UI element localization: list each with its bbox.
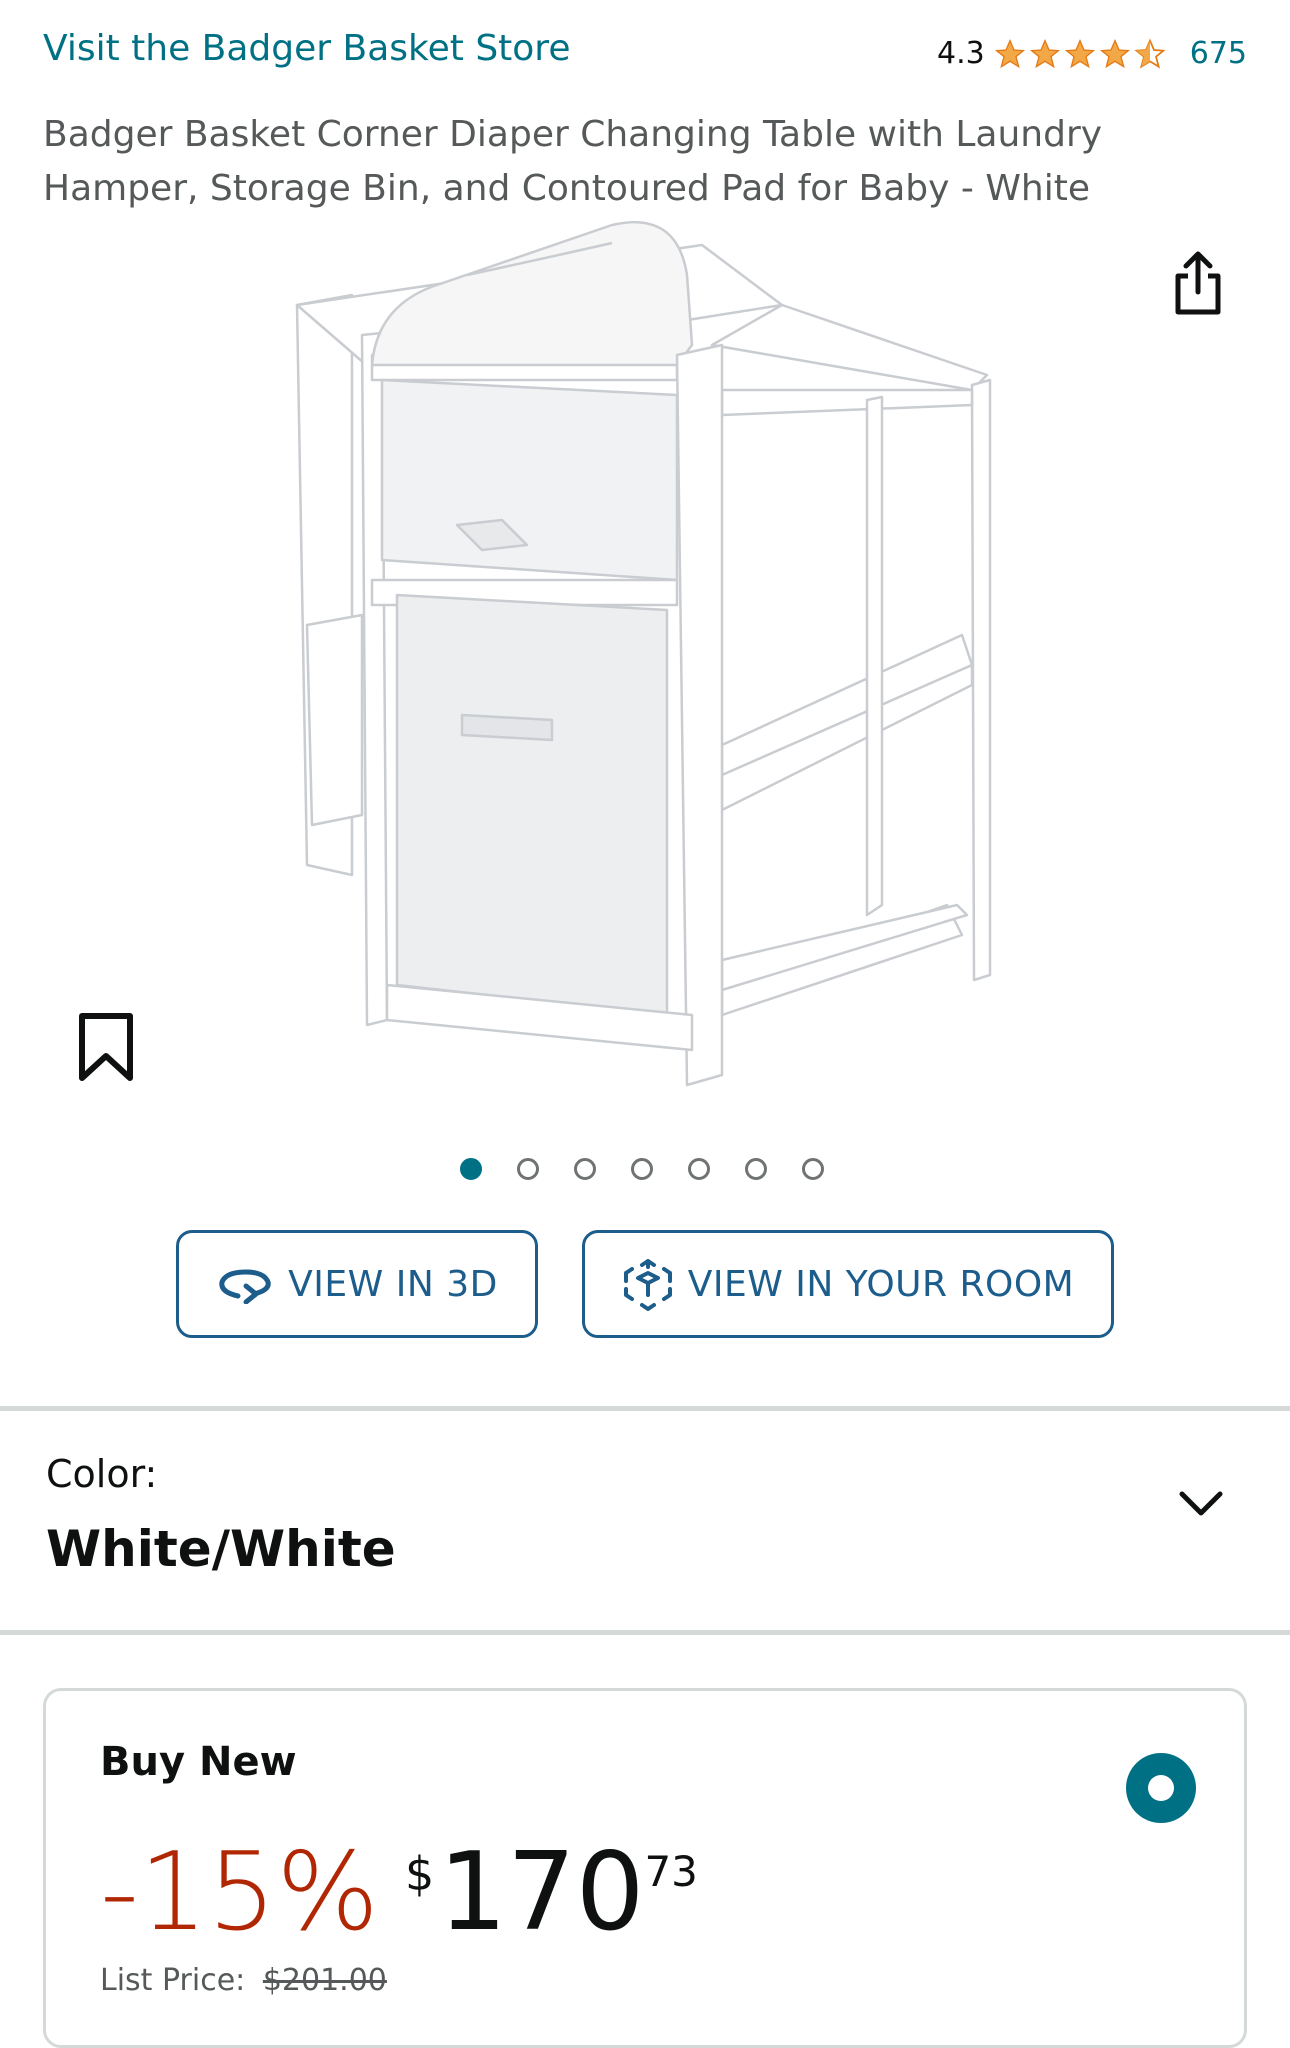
pagination-dot[interactable] xyxy=(802,1158,824,1180)
discount-percent: -15% xyxy=(100,1830,380,1955)
price-fraction: 73 xyxy=(644,1847,698,1896)
view-in-3d-button[interactable]: VIEW IN 3D xyxy=(176,1230,538,1338)
pagination-dot[interactable] xyxy=(574,1158,596,1180)
chevron-down-icon[interactable] xyxy=(1176,1484,1226,1524)
rating-summary[interactable]: 4.3 675 xyxy=(937,36,1247,71)
rating-count[interactable]: 675 xyxy=(1190,36,1247,71)
price: -15% $ 170 73 xyxy=(100,1839,698,1947)
buy-new-title: Buy New xyxy=(100,1739,297,1785)
price-currency: $ xyxy=(405,1847,435,1901)
view-in-your-room-button[interactable]: VIEW IN YOUR ROOM xyxy=(582,1230,1114,1338)
image-pagination[interactable] xyxy=(460,1158,859,1180)
list-price-label: List Price: xyxy=(100,1963,246,1998)
list-price-value: $201.00 xyxy=(262,1963,387,1998)
star-icon xyxy=(994,38,1025,68)
view-in-your-room-label: VIEW IN YOUR ROOM xyxy=(687,1263,1075,1305)
view-in-3d-label: VIEW IN 3D xyxy=(288,1263,498,1305)
share-icon[interactable] xyxy=(1168,248,1228,318)
pagination-dot[interactable] xyxy=(745,1158,767,1180)
buy-new-radio[interactable] xyxy=(1126,1753,1196,1823)
pagination-dot[interactable] xyxy=(460,1158,482,1180)
pagination-dot[interactable] xyxy=(688,1158,710,1180)
buy-new-option[interactable]: Buy New -15% $ 170 73 List Price: $201.0… xyxy=(43,1688,1247,2048)
pagination-dot[interactable] xyxy=(517,1158,539,1180)
color-value: White/White xyxy=(46,1520,396,1578)
star-half-icon xyxy=(1134,37,1166,69)
color-label: Color: xyxy=(46,1452,158,1496)
star-rating xyxy=(993,37,1168,70)
product-image[interactable] xyxy=(282,215,1012,1095)
section-divider xyxy=(0,1630,1290,1635)
price-whole: 170 xyxy=(438,1830,645,1955)
pagination-dot[interactable] xyxy=(631,1158,653,1180)
rotate-3d-icon xyxy=(219,1269,271,1304)
star-icon xyxy=(1064,38,1095,68)
star-icon xyxy=(1099,38,1130,68)
section-divider xyxy=(0,1406,1290,1411)
store-link[interactable]: Visit the Badger Basket Store xyxy=(43,28,570,69)
list-price: List Price: $201.00 xyxy=(100,1963,387,1998)
product-title: Badger Basket Corner Diaper Changing Tab… xyxy=(43,114,1103,209)
ar-cube-icon xyxy=(623,1259,672,1311)
star-icon xyxy=(1029,38,1060,68)
bookmark-icon[interactable] xyxy=(76,1010,136,1084)
rating-score: 4.3 xyxy=(937,36,985,71)
